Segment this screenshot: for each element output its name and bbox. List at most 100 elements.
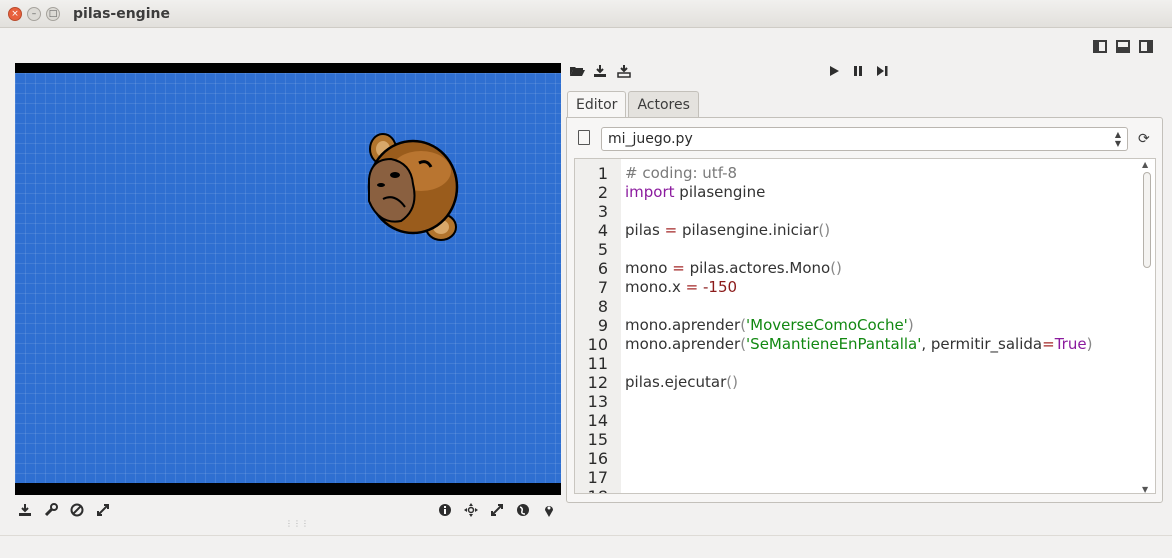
maximize-window-button[interactable]: □	[46, 7, 60, 21]
layout-bottom-icon[interactable]	[1116, 40, 1130, 53]
monkey-actor[interactable]	[361, 129, 465, 245]
code-token: mono.x	[625, 278, 686, 296]
code-token: mono	[625, 259, 673, 277]
code-token: =	[672, 259, 685, 277]
download-icon[interactable]	[18, 503, 32, 517]
wrench-icon[interactable]	[44, 503, 58, 517]
code-line[interactable]	[625, 240, 1092, 259]
layout-switcher	[1093, 40, 1153, 53]
code-token: pilas.actores.Mono	[684, 259, 831, 277]
code-token: =	[664, 221, 678, 239]
scrollbar-thumb[interactable]	[1143, 172, 1151, 268]
canvas-toolbar-left	[18, 503, 110, 517]
layout-left-icon[interactable]	[1093, 40, 1107, 53]
code-line[interactable]: pilas = pilasengine.iniciar()	[625, 221, 1092, 240]
code-line[interactable]	[625, 411, 1092, 430]
code-line[interactable]: # coding: utf-8	[625, 164, 1092, 183]
splitter-grip[interactable]: ⋮⋮⋮	[285, 519, 309, 528]
title-bar: × – □ pilas-engine	[0, 0, 1172, 28]
code-token: import	[625, 183, 675, 201]
canvas-toolbar-right	[438, 503, 556, 517]
save-as-icon[interactable]	[617, 64, 631, 78]
line-number: 16	[587, 449, 608, 468]
code-line[interactable]	[625, 297, 1092, 316]
reload-icon[interactable]: ⟳	[1138, 131, 1150, 147]
code-line[interactable]: mono = pilas.actores.Mono()	[625, 259, 1092, 278]
scroll-down-icon[interactable]: ▼	[1142, 485, 1148, 494]
step-icon[interactable]	[875, 64, 889, 78]
folder-open-icon[interactable]	[569, 64, 585, 78]
line-number: 4	[597, 221, 608, 240]
file-select[interactable]: mi_juego.py ▲ ▼	[601, 127, 1128, 151]
line-number: 5	[597, 240, 608, 259]
close-window-button[interactable]: ×	[8, 7, 22, 21]
code-token: ()	[818, 221, 831, 239]
line-number: 1	[597, 164, 608, 183]
code-line[interactable]	[625, 354, 1092, 373]
line-number: 15	[587, 430, 608, 449]
code-token: , permitir_salida	[921, 335, 1043, 353]
code-token: # coding: utf-8	[625, 164, 738, 182]
expand-icon[interactable]	[96, 503, 110, 517]
scroll-up-icon[interactable]: ▲	[1142, 160, 1148, 169]
window-title: pilas-engine	[73, 6, 170, 22]
line-numbers: 123456789101112131415161718	[575, 164, 621, 493]
pin-icon[interactable]	[542, 503, 556, 517]
code-token: )	[907, 316, 914, 334]
code-token: )	[1086, 335, 1093, 353]
code-editor[interactable]: 123456789101112131415161718 # coding: ut…	[574, 158, 1156, 494]
code-token: =	[685, 278, 699, 296]
save-icon[interactable]	[593, 64, 607, 78]
status-bar	[0, 535, 1172, 558]
code-token: ()	[726, 373, 738, 391]
canvas-grid	[15, 73, 561, 483]
code-line[interactable]	[625, 468, 1092, 487]
editor-tabs: Editor Actores	[567, 91, 701, 119]
code-token: True	[1054, 335, 1087, 353]
code-token: pilasengine.iniciar	[677, 221, 819, 239]
game-canvas[interactable]	[15, 63, 561, 495]
pause-icon[interactable]	[851, 64, 865, 78]
line-number: 14	[587, 411, 608, 430]
code-line[interactable]	[625, 487, 1092, 493]
editor-scrollbar[interactable]: ▲ ▼	[1140, 160, 1154, 494]
code-line[interactable]	[625, 430, 1092, 449]
layout-right-icon[interactable]	[1139, 40, 1153, 53]
line-number: 8	[597, 297, 608, 316]
code-token: 'MoverseComoCoche'	[746, 316, 908, 334]
file-select-value: mi_juego.py	[608, 131, 693, 147]
code-line[interactable]: mono.aprender('MoverseComoCoche')	[625, 316, 1092, 335]
code-line[interactable]: mono.aprender('SeMantieneEnPantalla', pe…	[625, 335, 1092, 354]
code-token: mono.aprender	[625, 335, 741, 353]
line-number: 7	[597, 278, 608, 297]
globe-icon[interactable]	[516, 503, 530, 517]
select-arrows-icon: ▲ ▼	[1114, 130, 1121, 148]
line-number: 10	[587, 335, 608, 354]
tab-actores[interactable]: Actores	[628, 91, 699, 118]
forbidden-icon[interactable]	[70, 503, 84, 517]
code-token: 'SeMantieneEnPantalla'	[746, 335, 922, 353]
line-number: 6	[597, 259, 608, 278]
code-line[interactable]: import pilasengine	[625, 183, 1092, 202]
code-token: pilas	[625, 221, 665, 239]
tab-editor[interactable]: Editor	[567, 91, 627, 119]
code-line[interactable]: pilas.ejecutar()	[625, 373, 1092, 392]
move-icon[interactable]	[464, 503, 478, 517]
file-toolbar	[569, 64, 631, 78]
minimize-window-button[interactable]: –	[27, 7, 41, 21]
code-line[interactable]: mono.x = -150	[625, 278, 1092, 297]
line-number: 9	[597, 316, 608, 335]
expand-icon[interactable]	[490, 503, 504, 517]
code-token: =	[1042, 335, 1055, 353]
play-icon[interactable]	[827, 64, 841, 78]
info-icon[interactable]	[438, 503, 452, 517]
code-line[interactable]	[625, 202, 1092, 221]
code-line[interactable]	[625, 449, 1092, 468]
line-number: 2	[597, 183, 608, 202]
file-icon	[578, 130, 590, 145]
line-number: 12	[587, 373, 608, 392]
line-number: 13	[587, 392, 608, 411]
code-content[interactable]: # coding: utf-8 import pilasengine pilas =…	[625, 164, 1092, 493]
code-line[interactable]	[625, 392, 1092, 411]
line-number: 17	[587, 468, 608, 487]
